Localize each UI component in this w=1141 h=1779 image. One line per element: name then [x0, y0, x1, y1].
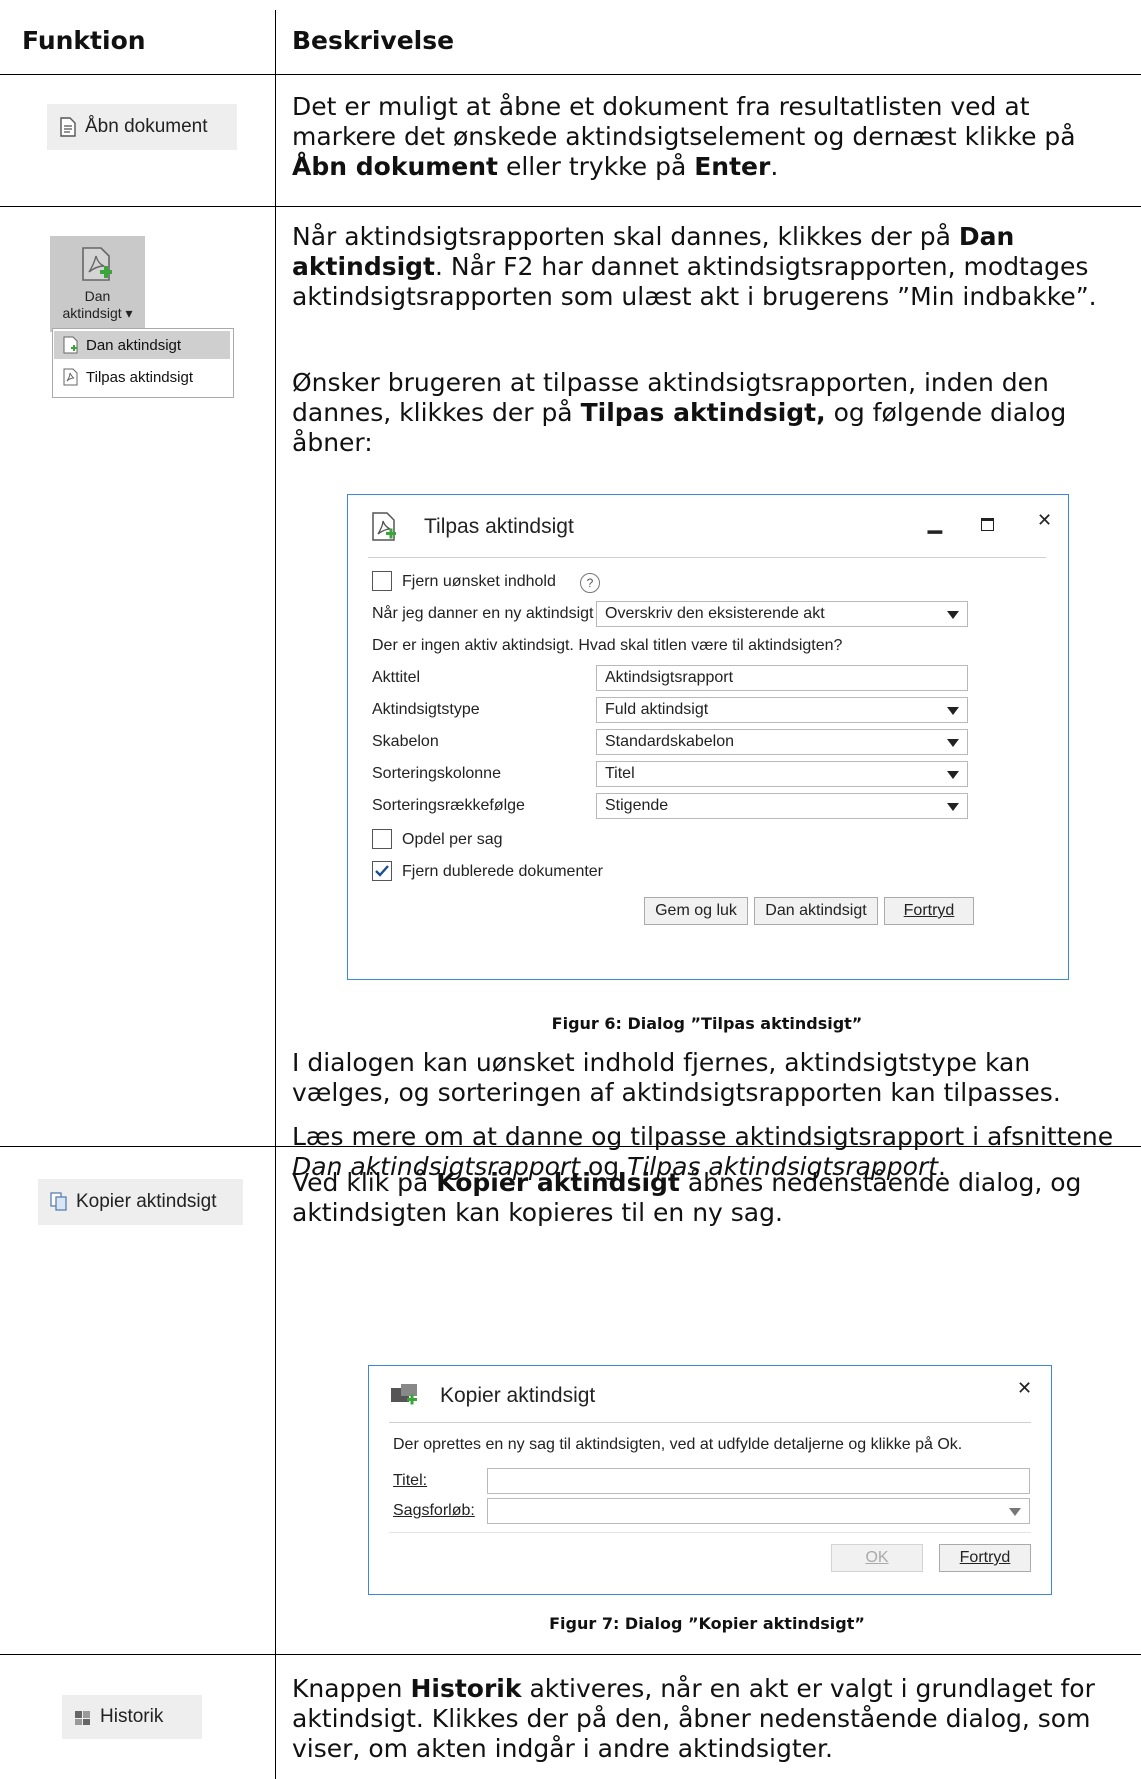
remove-unwanted-label: Fjern uønsket indhold	[402, 573, 556, 590]
dialog-title: Kopier aktindsigt	[440, 1384, 596, 1407]
close-icon[interactable]: ✕	[1017, 1378, 1032, 1399]
type-select[interactable]: Fuld aktindsigt	[596, 697, 968, 723]
copy-aktindsigt-label: Kopier aktindsigt	[76, 1191, 217, 1212]
copy-case-icon	[391, 1384, 417, 1405]
sagsforloeb-select[interactable]	[487, 1498, 1030, 1524]
dialog-title: Tilpas aktindsigt	[424, 515, 574, 538]
pdf-add-icon	[372, 512, 396, 541]
checkmark-icon	[375, 865, 389, 877]
tilpas-aktindsigt-dialog: Tilpas aktindsigt ▁ ✕ Fjern uønsket indh…	[347, 494, 1069, 980]
row2-paragraph-2: Ønsker brugeren at tilpasse aktindsigtsr…	[292, 368, 1067, 457]
sagsforloeb-label: Sagsforløb:	[393, 1502, 475, 1519]
row4-description: Knappen Historik aktiveres, når en akt e…	[292, 1674, 1095, 1763]
chevron-down-icon	[1009, 1508, 1021, 1516]
pdf-add-icon	[82, 247, 112, 281]
minimize-icon[interactable]: ▁	[928, 513, 942, 534]
history-label: Historik	[100, 1706, 164, 1727]
new-aktindsigt-select[interactable]: Overskriv den eksisterende akt	[596, 601, 968, 627]
open-document-button[interactable]: Åbn dokument	[47, 104, 237, 150]
new-aktindsigt-label: Når jeg danner en ny aktindsigt	[372, 605, 594, 622]
help-icon[interactable]: ?	[580, 573, 600, 593]
akttitel-label: Akttitel	[372, 669, 421, 686]
row-divider	[0, 206, 1141, 207]
figure-6-caption: Figur 6: Dialog ”Tilpas aktindsigt”	[551, 1014, 863, 1033]
header-beskrivelse: Beskrivelse	[292, 26, 455, 55]
title-separator	[389, 1422, 1031, 1423]
split-per-case-checkbox[interactable]	[372, 829, 392, 849]
chevron-down-icon	[947, 707, 959, 715]
remove-duplicates-label: Fjern dublerede dokumenter	[402, 863, 604, 880]
pdf-add-icon	[63, 336, 78, 354]
chevron-down-icon	[947, 803, 959, 811]
menu-item-tilpas-aktindsigt[interactable]: Tilpas aktindsigt	[54, 363, 230, 391]
titel-label: Titel:	[393, 1472, 428, 1489]
chevron-down-icon	[947, 739, 959, 747]
header-divider	[0, 74, 1141, 75]
cancel-button[interactable]: Fortryd	[884, 897, 974, 925]
row3-description: Ved klik på Kopier aktindsigt åbnes nede…	[292, 1168, 1082, 1227]
save-close-button[interactable]: Gem og luk	[644, 897, 748, 925]
copy-aktindsigt-button[interactable]: Kopier aktindsigt	[38, 1179, 243, 1225]
type-label: Aktindsigtstype	[372, 701, 480, 718]
row1-description: Det er muligt at åbne et dokument fra re…	[292, 92, 1076, 181]
cancel-button[interactable]: Fortryd	[939, 1544, 1031, 1572]
chevron-down-icon	[947, 611, 959, 619]
sort-order-label: Sorteringsrækkefølge	[372, 797, 525, 814]
open-document-label: Åbn dokument	[85, 116, 208, 137]
content-separator	[389, 1532, 1031, 1533]
figure-7-caption: Figur 7: Dialog ”Kopier aktindsigt”	[549, 1614, 865, 1633]
remove-duplicates-checkbox[interactable]	[372, 861, 392, 881]
maximize-icon[interactable]	[981, 518, 994, 531]
copy-icon	[50, 1192, 67, 1211]
titel-input[interactable]	[487, 1468, 1030, 1494]
sort-column-label: Sorteringskolonne	[372, 765, 501, 782]
row2-paragraph-3: I dialogen kan uønsket indhold fjernes, …	[292, 1048, 1061, 1107]
info-text: Der er ingen aktiv aktindsigt. Hvad skal…	[372, 637, 843, 654]
akttitel-input[interactable]: Aktindsigtsrapport	[596, 665, 968, 691]
split-per-case-label: Opdel per sag	[402, 831, 503, 848]
ok-button[interactable]: OK	[831, 1544, 923, 1572]
kopier-aktindsigt-dialog: Kopier aktindsigt ✕ Der oprettes en ny s…	[368, 1365, 1052, 1595]
title-separator	[368, 557, 1046, 558]
menu-item-dan-aktindsigt[interactable]: Dan aktindsigt	[54, 331, 230, 359]
create-aktindsigt-button[interactable]: Dan aktindsigt	[754, 897, 878, 925]
close-icon[interactable]: ✕	[1037, 510, 1052, 531]
template-label: Skabelon	[372, 733, 439, 750]
info-text: Der oprettes en ny sag til aktindsigten,…	[393, 1436, 963, 1453]
history-button[interactable]: Historik	[62, 1695, 202, 1739]
header-funktion: Funktion	[22, 26, 146, 55]
template-select[interactable]: Standardskabelon	[596, 729, 968, 755]
column-divider	[275, 10, 276, 1779]
document-icon	[60, 117, 76, 137]
sort-column-select[interactable]: Titel	[596, 761, 968, 787]
aktindsigt-label: aktindsigt ▾	[62, 305, 133, 321]
row-divider	[0, 1654, 1141, 1655]
remove-unwanted-checkbox[interactable]	[372, 571, 392, 591]
dan-label: Dan	[84, 288, 111, 304]
chevron-down-icon	[947, 771, 959, 779]
row2-paragraph-1: Når aktindsigtsrapporten skal dannes, kl…	[292, 222, 1097, 311]
history-icon	[75, 1711, 90, 1725]
dan-aktindsigt-menu: Dan aktindsigt Tilpas aktindsigt	[52, 328, 234, 398]
dan-aktindsigt-split-button[interactable]: Dan aktindsigt ▾	[50, 236, 145, 332]
sort-order-select[interactable]: Stigende	[596, 793, 968, 819]
pdf-icon	[63, 368, 78, 386]
